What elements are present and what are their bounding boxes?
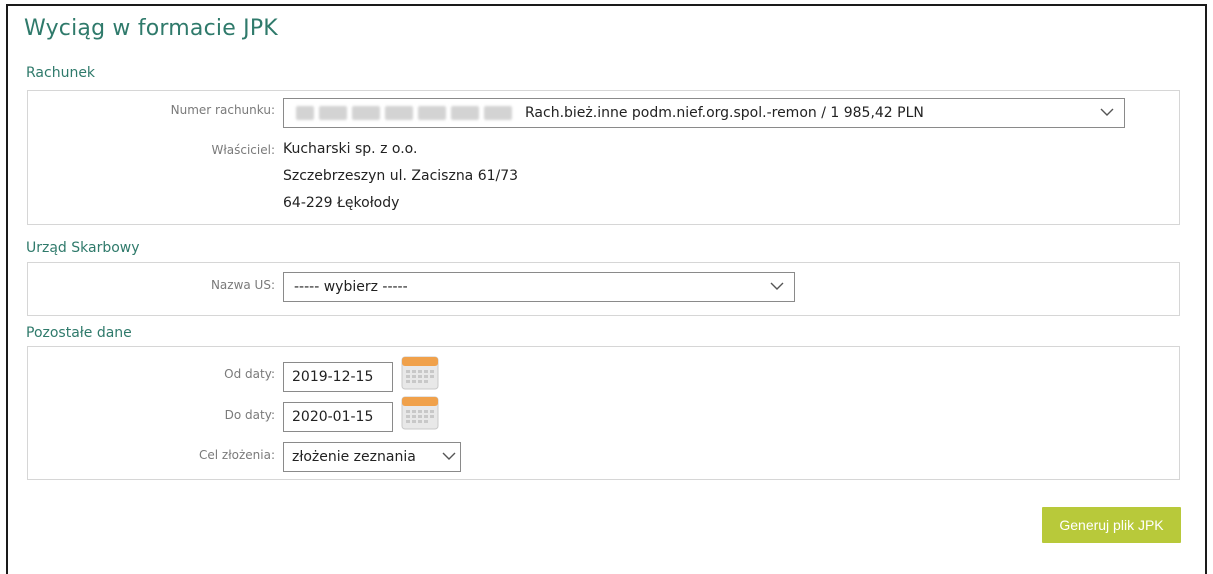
- purpose-select-value: złożenie zeznania: [292, 449, 416, 465]
- from-date-input[interactable]: 2019-12-15: [283, 362, 393, 392]
- owner-street: Szczebrzeszyn ul. Zaciszna 61/73: [283, 168, 519, 184]
- to-date-label: Do daty:: [224, 408, 275, 422]
- urzad-panel: Nazwa US: ----- wybierz -----: [27, 262, 1180, 316]
- calendar-icon[interactable]: [401, 356, 439, 390]
- masked-account-number: [296, 106, 517, 120]
- pozostale-panel: Od daty: 2019-12-15 Do daty: 2020-01-15 …: [27, 346, 1180, 480]
- owner-label: Właściciel:: [211, 143, 275, 157]
- chevron-down-icon: [1100, 108, 1114, 116]
- chevron-down-icon: [442, 452, 456, 460]
- section-title-urzad: Urząd Skarbowy: [26, 240, 140, 256]
- section-title-pozostale: Pozostałe dane: [26, 325, 132, 341]
- account-select[interactable]: Rach.bież.inne podm.nief.org.spol.-remon…: [283, 98, 1125, 128]
- calendar-icon[interactable]: [401, 396, 439, 430]
- rachunek-panel: Numer rachunku: Rach.bież.inne podm.nief…: [27, 90, 1180, 225]
- owner-city: 64-229 Łękołody: [283, 195, 400, 211]
- generate-jpk-button[interactable]: Generuj plik JPK: [1042, 507, 1181, 543]
- from-date-label: Od daty:: [224, 367, 275, 381]
- purpose-select[interactable]: złożenie zeznania: [283, 442, 461, 472]
- section-title-rachunek: Rachunek: [26, 65, 96, 81]
- us-name-label: Nazwa US:: [210, 278, 275, 292]
- to-date-input[interactable]: 2020-01-15: [283, 402, 393, 432]
- chevron-down-icon: [770, 282, 784, 290]
- owner-name: Kucharski sp. z o.o.: [283, 141, 418, 157]
- account-select-value: Rach.bież.inne podm.nief.org.spol.-remon…: [525, 105, 924, 121]
- jpk-statement-window: Wyciąg w formacie JPK Rachunek Numer rac…: [6, 4, 1207, 574]
- us-select-value: ----- wybierz -----: [294, 279, 408, 295]
- account-number-label: Numer rachunku:: [170, 103, 275, 117]
- purpose-label: Cel złożenia:: [199, 448, 275, 462]
- us-select[interactable]: ----- wybierz -----: [283, 272, 795, 302]
- page-title: Wyciąg w formacie JPK: [24, 16, 278, 41]
